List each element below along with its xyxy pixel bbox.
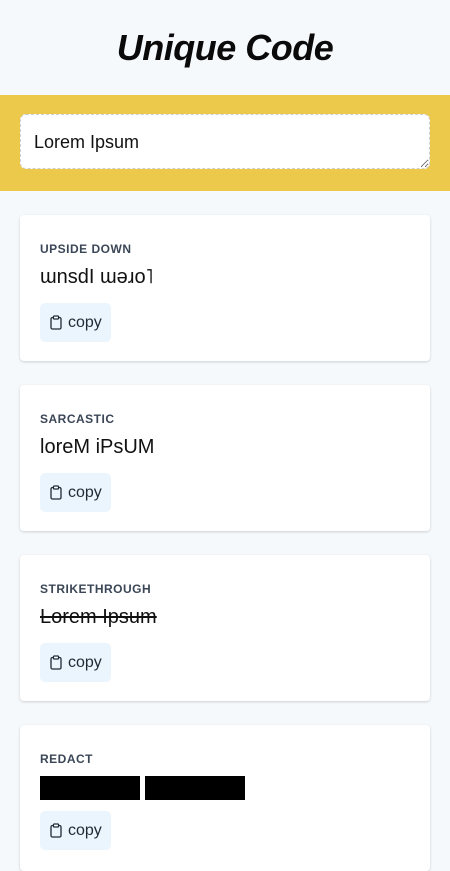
clipboard-icon	[50, 655, 62, 670]
card-output: ɯnsdI ɯǝɹo˥	[40, 266, 154, 288]
clipboard-icon	[50, 823, 62, 838]
copy-button[interactable]: copy	[40, 473, 111, 512]
card-redact: REDACT copy	[20, 725, 430, 871]
text-input[interactable]: Lorem Ipsum	[20, 114, 430, 169]
copy-label: copy	[68, 653, 102, 671]
card-label: SARCASTIC	[40, 412, 115, 426]
copy-label: copy	[68, 821, 102, 839]
card-label: STRIKETHROUGH	[40, 582, 152, 596]
copy-button[interactable]: copy	[40, 643, 111, 682]
card-upside-down: UPSIDE DOWN ɯnsdI ɯǝɹo˥ copy	[20, 215, 430, 361]
card-output: loreM iPsUM	[40, 436, 155, 458]
redacted-word	[40, 776, 140, 800]
copy-label: copy	[68, 313, 102, 331]
app-title: Unique Code	[116, 26, 334, 68]
card-strikethrough: STRIKETHROUGH Lorem Ipsum copy	[20, 555, 430, 701]
copy-label: copy	[68, 483, 102, 501]
card-label: REDACT	[40, 752, 93, 766]
card-output: Lorem Ipsum	[40, 606, 157, 628]
clipboard-icon	[50, 315, 62, 330]
clipboard-icon	[50, 485, 62, 500]
copy-button[interactable]: copy	[40, 303, 111, 342]
results-list: UPSIDE DOWN ɯnsdI ɯǝɹo˥ copy SARCASTIC l…	[0, 191, 450, 871]
input-band: Lorem Ipsum	[0, 95, 450, 191]
card-label: UPSIDE DOWN	[40, 242, 132, 256]
card-sarcastic: SARCASTIC loreM iPsUM copy	[20, 385, 430, 531]
card-output	[40, 776, 410, 800]
copy-button[interactable]: copy	[40, 811, 111, 850]
redacted-word	[145, 776, 245, 800]
